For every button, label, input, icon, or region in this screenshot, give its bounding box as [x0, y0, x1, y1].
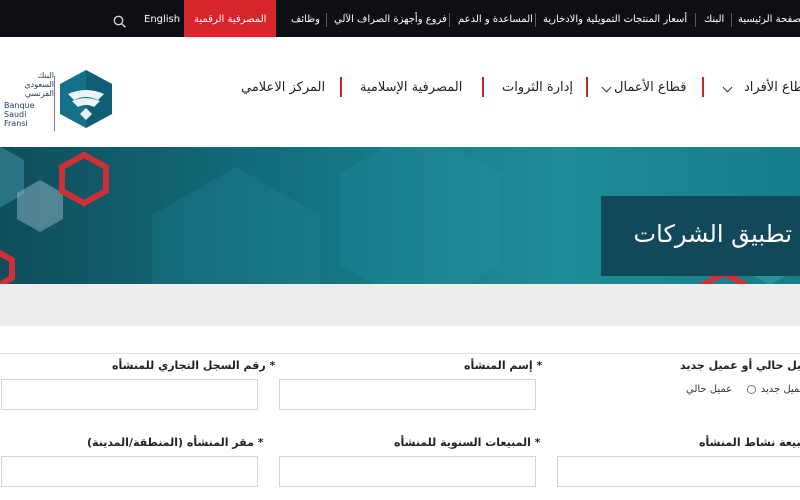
- annual-sales-field[interactable]: [279, 456, 536, 487]
- nav-item-media-center[interactable]: المركز الاعلامي: [241, 77, 325, 99]
- new-customer-radio[interactable]: [746, 384, 756, 394]
- business-activity-label: طبيعة نشاط المنشأه *: [699, 436, 800, 449]
- logo-arabic-line-3: الفرنسي: [24, 89, 54, 98]
- nav-divider: [482, 77, 484, 97]
- bank-link[interactable]: البنك: [704, 0, 724, 37]
- nav-divider: [340, 77, 342, 97]
- company-name-label: إسم المنشأه *: [464, 359, 543, 372]
- customer-type-radio-group: عميل جديد عميل حالي: [686, 384, 800, 398]
- annual-sales-label: المبيعات السنوية للمنشأه *: [394, 436, 541, 449]
- section-band: [0, 284, 800, 326]
- logo-arabic-line-2: السعودي: [24, 80, 54, 89]
- logo-latin-line-1: Banque: [4, 101, 35, 110]
- logo-latin-line-3: Fransi: [4, 119, 28, 128]
- nav-item-personal[interactable]: قطاع الأفراد: [744, 77, 800, 99]
- help-support-link[interactable]: المساعدة و الدعم: [458, 0, 533, 37]
- form-top-divider: [0, 353, 800, 354]
- company-location-label: مقر المنشأه (المنطقة/المدينة) *: [87, 436, 264, 449]
- branches-atm-link[interactable]: فروع وأجهزة الصراف الآلي: [334, 0, 447, 37]
- nav-divider: [702, 77, 704, 97]
- careers-link[interactable]: وظائف: [291, 0, 320, 37]
- current-customer-option-label: عميل حالي: [686, 384, 733, 395]
- topbar-divider: [449, 13, 450, 27]
- topbar-divider: [535, 13, 536, 27]
- top-utility-bar: English المصرفية الرقمية وظائف فروع وأجه…: [0, 0, 800, 37]
- product-rates-link[interactable]: أسعار المنتجات التمويلية والادخارية: [543, 0, 687, 37]
- new-customer-option-label: عميل جديد: [760, 384, 800, 395]
- bank-logo-text[interactable]: البنك السعودي الفرنسي Banque Saudi Frans…: [4, 71, 54, 128]
- logo-divider: [54, 76, 55, 131]
- page-title: تطبيق الشركات: [633, 220, 792, 248]
- nav-item-business[interactable]: قطاع الأعمال: [614, 77, 686, 99]
- logo-arabic-line-1: البنك: [37, 71, 54, 80]
- bank-logo-icon[interactable]: [58, 68, 114, 130]
- digital-banking-link[interactable]: المصرفية الرقمية: [184, 0, 277, 37]
- topbar-divider: [731, 13, 732, 27]
- customer-type-label: عميل حالي أو عميل جديد *: [680, 359, 800, 372]
- logo-latin-line-2: Saudi: [4, 110, 27, 119]
- cr-number-label: رقم السجل التجاري للمنشأه *: [112, 359, 276, 372]
- nav-item-islamic-banking[interactable]: المصرفية الإسلامية: [360, 77, 462, 99]
- search-icon[interactable]: [113, 13, 126, 28]
- company-name-field[interactable]: [279, 379, 536, 410]
- cr-number-field[interactable]: [1, 379, 258, 410]
- nav-divider: [586, 77, 588, 97]
- nav-item-wealth[interactable]: إدارة الثروات: [502, 77, 573, 99]
- business-activity-field[interactable]: [557, 456, 800, 487]
- topbar-divider: [326, 13, 327, 27]
- hero-title-box: تطبيق الشركات: [601, 196, 800, 276]
- language-link-english[interactable]: English: [144, 0, 180, 37]
- company-location-field[interactable]: [1, 456, 258, 487]
- topbar-divider: [695, 13, 696, 27]
- home-link[interactable]: الصفحة الرئيسية: [738, 0, 800, 37]
